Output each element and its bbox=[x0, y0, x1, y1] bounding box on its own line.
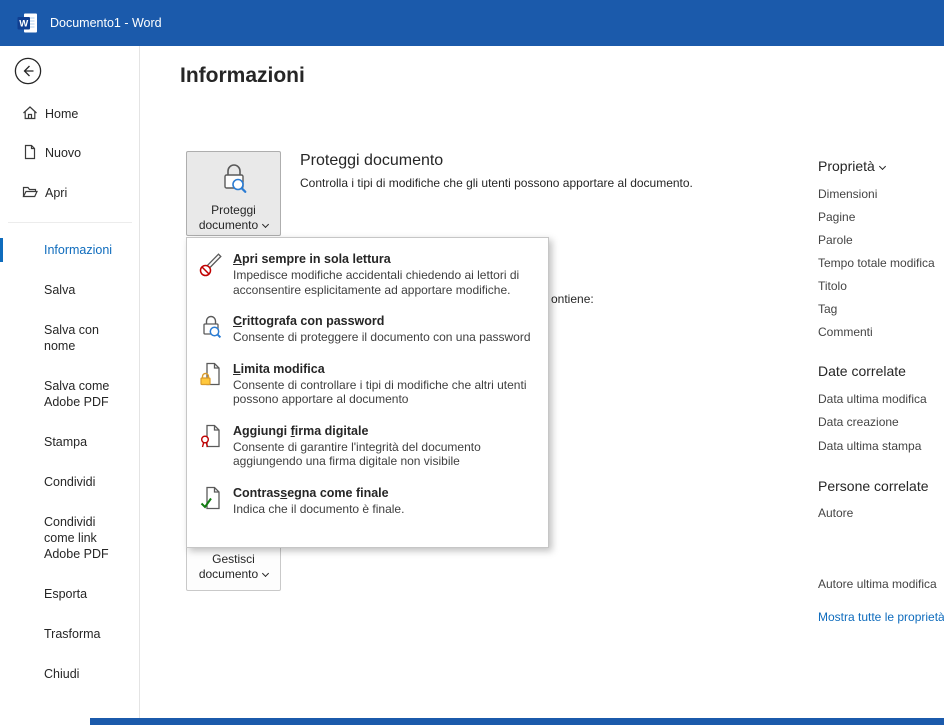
backstage-sidebar: Home Nuovo Apri Informazioni Salva Salva… bbox=[0, 46, 140, 725]
restrict-edit-icon bbox=[198, 361, 224, 387]
titlebar: W Documento1 - Word bbox=[0, 0, 944, 46]
protect-button-label: Proteggi bbox=[211, 203, 256, 218]
menu-item-read-only[interactable]: Apri sempre in sola lettura Impedisce mo… bbox=[187, 243, 548, 305]
people-section-heading: Persone correlate bbox=[818, 478, 929, 494]
word-backstage-window: W Documento1 - Word Home bbox=[0, 0, 944, 725]
menu-item-title: Crittografa con password bbox=[233, 313, 531, 329]
protect-section-heading: Proteggi documento bbox=[300, 152, 443, 170]
manage-button-label: Gestisci bbox=[212, 552, 255, 567]
back-arrow-icon bbox=[14, 72, 42, 89]
property-label-autore: Autore bbox=[818, 506, 853, 520]
menu-item-title: Aggiungi firma digitale bbox=[233, 423, 538, 439]
chevron-down-icon bbox=[262, 221, 269, 228]
sidebar-divider bbox=[8, 222, 132, 223]
property-label-parole: Parole bbox=[818, 233, 853, 247]
property-label-pagine: Pagine bbox=[818, 210, 855, 224]
protect-section-description: Controlla i tipi di modifiche che gli ut… bbox=[300, 176, 800, 190]
selected-indicator bbox=[0, 238, 3, 262]
properties-dropdown[interactable]: Proprietà bbox=[818, 158, 885, 174]
property-label-tag: Tag bbox=[818, 302, 837, 316]
property-label-commenti: Commenti bbox=[818, 325, 873, 339]
protect-document-menu: Apri sempre in sola lettura Impedisce mo… bbox=[186, 237, 549, 548]
digital-signature-icon bbox=[198, 423, 224, 449]
sidebar-item-label: Home bbox=[45, 107, 78, 121]
show-all-properties-link[interactable]: Mostra tutte le proprietà bbox=[818, 610, 944, 624]
sidebar-item-salva-come-adobe-pdf[interactable]: Salva come Adobe PDF bbox=[44, 378, 138, 410]
word-logo-icon: W bbox=[16, 11, 40, 35]
menu-item-title: Contrassegna come finale bbox=[233, 485, 404, 501]
sidebar-item-nuovo[interactable]: Nuovo bbox=[22, 143, 81, 163]
property-label-autore-ultima-modifica: Autore ultima modifica bbox=[818, 577, 937, 591]
chevron-down-icon bbox=[262, 570, 269, 577]
encrypt-lock-icon bbox=[198, 313, 224, 339]
menu-item-title: Apri sempre in sola lettura bbox=[233, 251, 538, 267]
window-title: Documento1 - Word bbox=[50, 16, 162, 30]
sidebar-item-esporta[interactable]: Esporta bbox=[44, 586, 138, 602]
menu-item-desc: Consente di controllare i tipi di modifi… bbox=[233, 378, 538, 407]
menu-item-restrict-editing[interactable]: Limita modifica Consente di controllare … bbox=[187, 353, 548, 415]
property-label-data-modifica: Data ultima modifica bbox=[818, 392, 927, 406]
sidebar-item-label: Nuovo bbox=[45, 146, 81, 160]
sidebar-item-home[interactable]: Home bbox=[22, 104, 78, 124]
protect-button-label2: documento bbox=[199, 218, 268, 233]
menu-item-desc: Impedisce modifiche accidentali chiedend… bbox=[233, 268, 538, 297]
chevron-down-icon bbox=[879, 163, 886, 170]
sidebar-item-informazioni[interactable]: Informazioni bbox=[44, 242, 138, 258]
menu-item-mark-final[interactable]: Contrassegna come finale Indica che il d… bbox=[187, 477, 548, 525]
mark-final-icon bbox=[198, 485, 224, 511]
menu-item-title: Limita modifica bbox=[233, 361, 538, 377]
manage-button-label2: documento bbox=[199, 567, 268, 582]
dates-section-heading: Date correlate bbox=[818, 363, 906, 379]
sidebar-item-condividi-link-adobe-pdf[interactable]: Condividi come link Adobe PDF bbox=[44, 514, 138, 562]
inspect-partial-text: ontiene: bbox=[551, 292, 594, 306]
sidebar-item-trasforma[interactable]: Trasforma bbox=[44, 626, 138, 642]
sidebar-item-label: Apri bbox=[45, 186, 67, 200]
page-title: Informazioni bbox=[180, 64, 305, 88]
protect-document-icon bbox=[217, 161, 251, 198]
menu-item-desc: Consente di garantire l'integrità del do… bbox=[233, 440, 538, 469]
home-icon bbox=[22, 105, 38, 124]
property-label-data-stampa: Data ultima stampa bbox=[818, 439, 921, 453]
taskbar-edge bbox=[90, 718, 944, 725]
back-button[interactable] bbox=[14, 57, 42, 85]
property-label-titolo: Titolo bbox=[818, 279, 847, 293]
sidebar-item-chiudi[interactable]: Chiudi bbox=[44, 666, 138, 682]
svg-text:W: W bbox=[19, 19, 28, 30]
property-label-data-creazione: Data creazione bbox=[818, 415, 899, 429]
sidebar-item-condividi[interactable]: Condividi bbox=[44, 474, 138, 490]
sidebar-item-salva-con-nome[interactable]: Salva con nome bbox=[44, 322, 138, 354]
menu-item-desc: Consente di proteggere il documento con … bbox=[233, 330, 531, 345]
property-label-dimensioni: Dimensioni bbox=[818, 187, 877, 201]
menu-item-desc: Indica che il documento è finale. bbox=[233, 502, 404, 517]
menu-item-digital-signature[interactable]: Aggiungi firma digitale Consente di gara… bbox=[187, 415, 548, 477]
open-folder-icon bbox=[22, 184, 38, 203]
new-document-icon bbox=[22, 144, 38, 163]
protect-document-button[interactable]: Proteggi documento bbox=[186, 151, 281, 236]
menu-item-encrypt-password[interactable]: Crittografa con password Consente di pro… bbox=[187, 305, 548, 353]
sidebar-item-stampa[interactable]: Stampa bbox=[44, 434, 138, 450]
read-only-icon bbox=[198, 251, 224, 277]
property-label-tempo: Tempo totale modifica bbox=[818, 256, 935, 270]
sidebar-item-apri[interactable]: Apri bbox=[22, 183, 67, 203]
sidebar-item-salva[interactable]: Salva bbox=[44, 282, 138, 298]
